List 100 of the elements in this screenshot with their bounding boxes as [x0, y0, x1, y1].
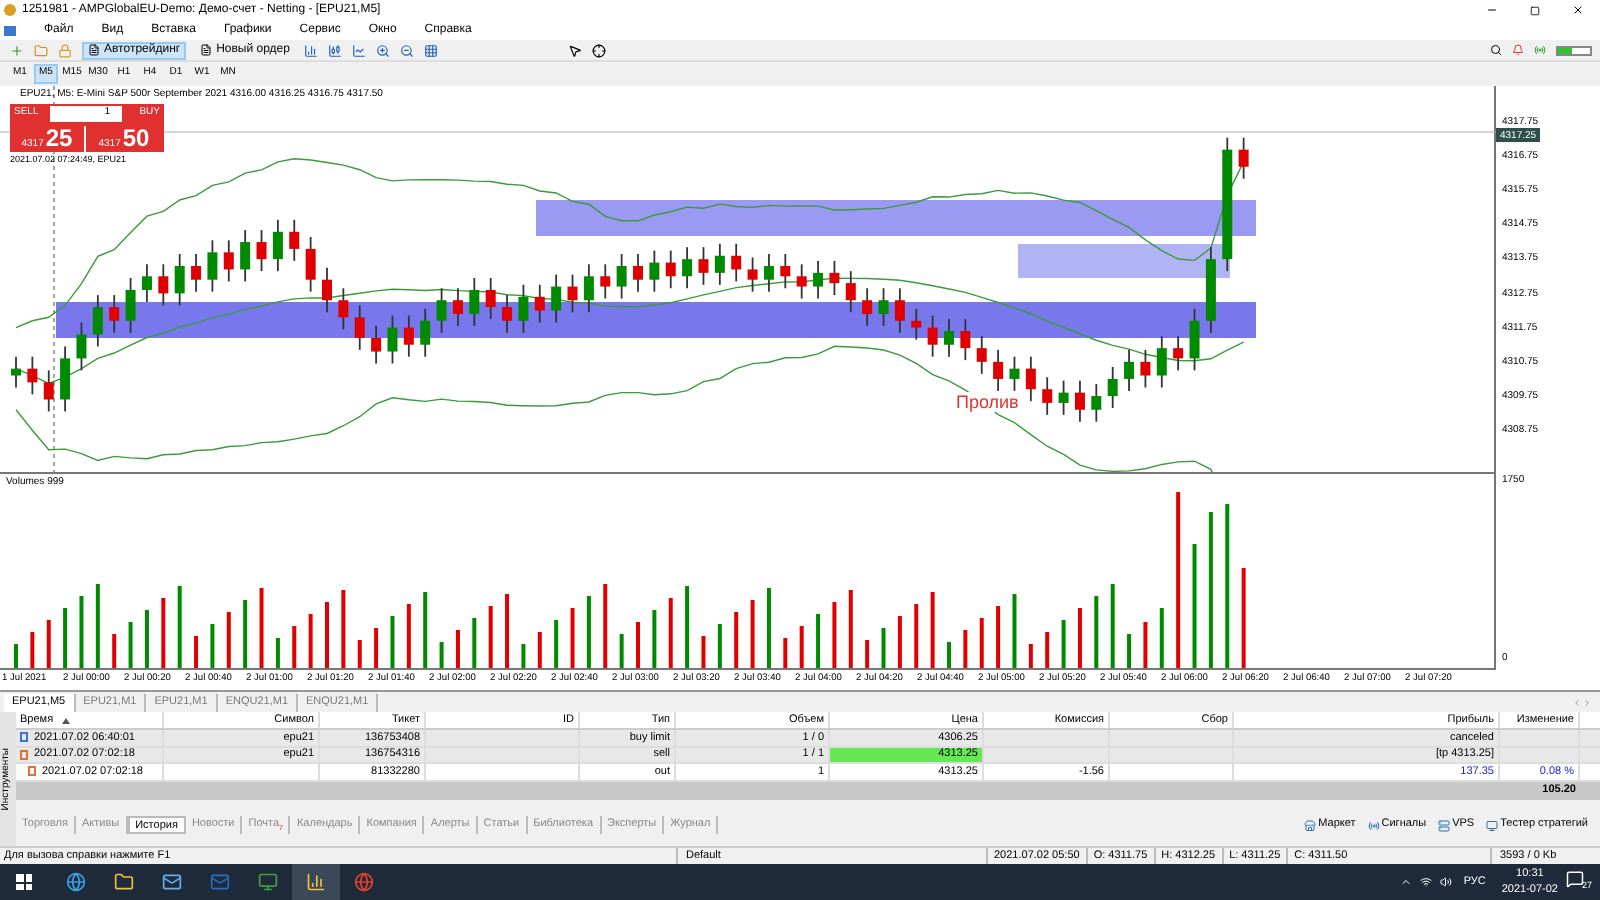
candlestick-icon[interactable] — [327, 43, 342, 57]
candlestick — [109, 294, 120, 334]
candlestick — [191, 253, 202, 293]
candlestick — [436, 287, 447, 334]
antenna-icon — [1367, 819, 1380, 831]
sort-icon — [61, 717, 70, 723]
zoom-out-icon[interactable] — [399, 43, 414, 57]
candlestick — [829, 260, 840, 296]
candlestick — [731, 242, 742, 283]
candlestick — [665, 249, 676, 290]
candlestick — [403, 314, 414, 358]
candlestick — [682, 246, 693, 290]
volume-icon[interactable] — [1439, 876, 1452, 888]
candlestick — [1025, 355, 1036, 403]
candlestick — [698, 246, 709, 286]
candlestick — [1058, 379, 1069, 416]
candlestick — [387, 314, 398, 365]
monitor-icon[interactable] — [258, 872, 278, 892]
taskbar-app-button[interactable] — [292, 864, 340, 900]
document-icon — [200, 44, 213, 56]
browser-icon[interactable] — [354, 872, 374, 892]
line-chart-icon[interactable] — [351, 43, 366, 57]
search-icon[interactable] — [1490, 44, 1502, 56]
candlestick — [1124, 348, 1135, 392]
candlestick — [289, 218, 300, 262]
candlestick — [911, 307, 922, 341]
mail-icon[interactable] — [210, 872, 230, 892]
app-icon — [4, 4, 16, 16]
candlestick — [1042, 376, 1053, 416]
connection-meter-icon — [1556, 45, 1592, 55]
candlestick — [862, 287, 873, 327]
candlestick — [976, 335, 987, 375]
tray-chevron-icon[interactable] — [1399, 876, 1412, 888]
monitor-icon — [1486, 819, 1499, 831]
bell-icon[interactable] — [1512, 44, 1524, 56]
candlestick — [125, 277, 136, 334]
candlestick — [76, 321, 87, 372]
windows-logo-icon[interactable] — [16, 874, 32, 890]
candlestick — [420, 307, 431, 358]
candlestick — [567, 273, 578, 314]
candlestick — [633, 253, 643, 293]
candlestick — [1156, 335, 1167, 389]
zoom-in-icon[interactable] — [375, 43, 390, 57]
candlestick — [1238, 136, 1249, 180]
candlestick — [600, 263, 611, 300]
candlestick — [60, 345, 71, 413]
candlestick — [878, 287, 889, 327]
chart-annotation: Пролив — [956, 392, 1019, 412]
grid-icon[interactable] — [423, 43, 438, 57]
signal-icon[interactable] — [1534, 44, 1546, 56]
candlestick — [1189, 307, 1200, 372]
candlestick — [1205, 246, 1216, 334]
close-icon[interactable] — [1572, 4, 1584, 16]
crosshair-icon[interactable] — [591, 43, 606, 57]
document-icon — [88, 44, 100, 56]
candlestick — [1140, 348, 1151, 389]
folder-icon[interactable] — [114, 872, 134, 892]
candlestick — [338, 287, 349, 331]
bar-chart-icon[interactable] — [303, 43, 318, 57]
candlestick — [747, 256, 758, 293]
candlestick — [583, 263, 594, 314]
candlestick — [780, 253, 791, 290]
candlestick — [11, 355, 21, 389]
cursor-icon[interactable] — [567, 43, 582, 57]
candlestick — [1074, 379, 1085, 423]
candlestick — [322, 266, 332, 314]
candlestick — [240, 229, 251, 283]
candlestick — [1009, 355, 1020, 392]
maximize-icon[interactable] — [1530, 5, 1540, 15]
candlestick — [927, 314, 938, 358]
shop-icon — [1304, 819, 1317, 831]
candlestick — [174, 253, 185, 307]
candlestick — [305, 236, 316, 293]
candlestick — [1107, 366, 1118, 409]
server-icon — [1438, 819, 1451, 831]
candlestick — [763, 253, 774, 293]
candlestick — [43, 369, 54, 413]
candlestick — [92, 294, 103, 348]
chart-icon — [306, 872, 326, 892]
candlestick — [518, 283, 529, 334]
candlestick — [469, 277, 480, 327]
minimize-icon[interactable] — [1486, 4, 1498, 16]
mail-icon[interactable] — [162, 872, 182, 892]
candlestick — [813, 260, 824, 300]
candlestick — [371, 325, 382, 365]
candlestick — [534, 283, 545, 324]
candlestick — [993, 348, 1004, 392]
candlestick — [158, 263, 169, 307]
candlestick — [354, 304, 365, 351]
candlestick — [551, 273, 562, 324]
candlestick — [502, 294, 513, 334]
candlestick — [223, 239, 234, 283]
candlestick — [27, 355, 38, 396]
candlestick — [796, 263, 807, 300]
candlestick — [894, 287, 905, 334]
candlestick — [1173, 335, 1184, 372]
browser-icon[interactable] — [66, 872, 86, 892]
candlestick — [1091, 383, 1102, 423]
network-icon[interactable] — [1419, 876, 1432, 888]
candlestick — [452, 287, 463, 327]
